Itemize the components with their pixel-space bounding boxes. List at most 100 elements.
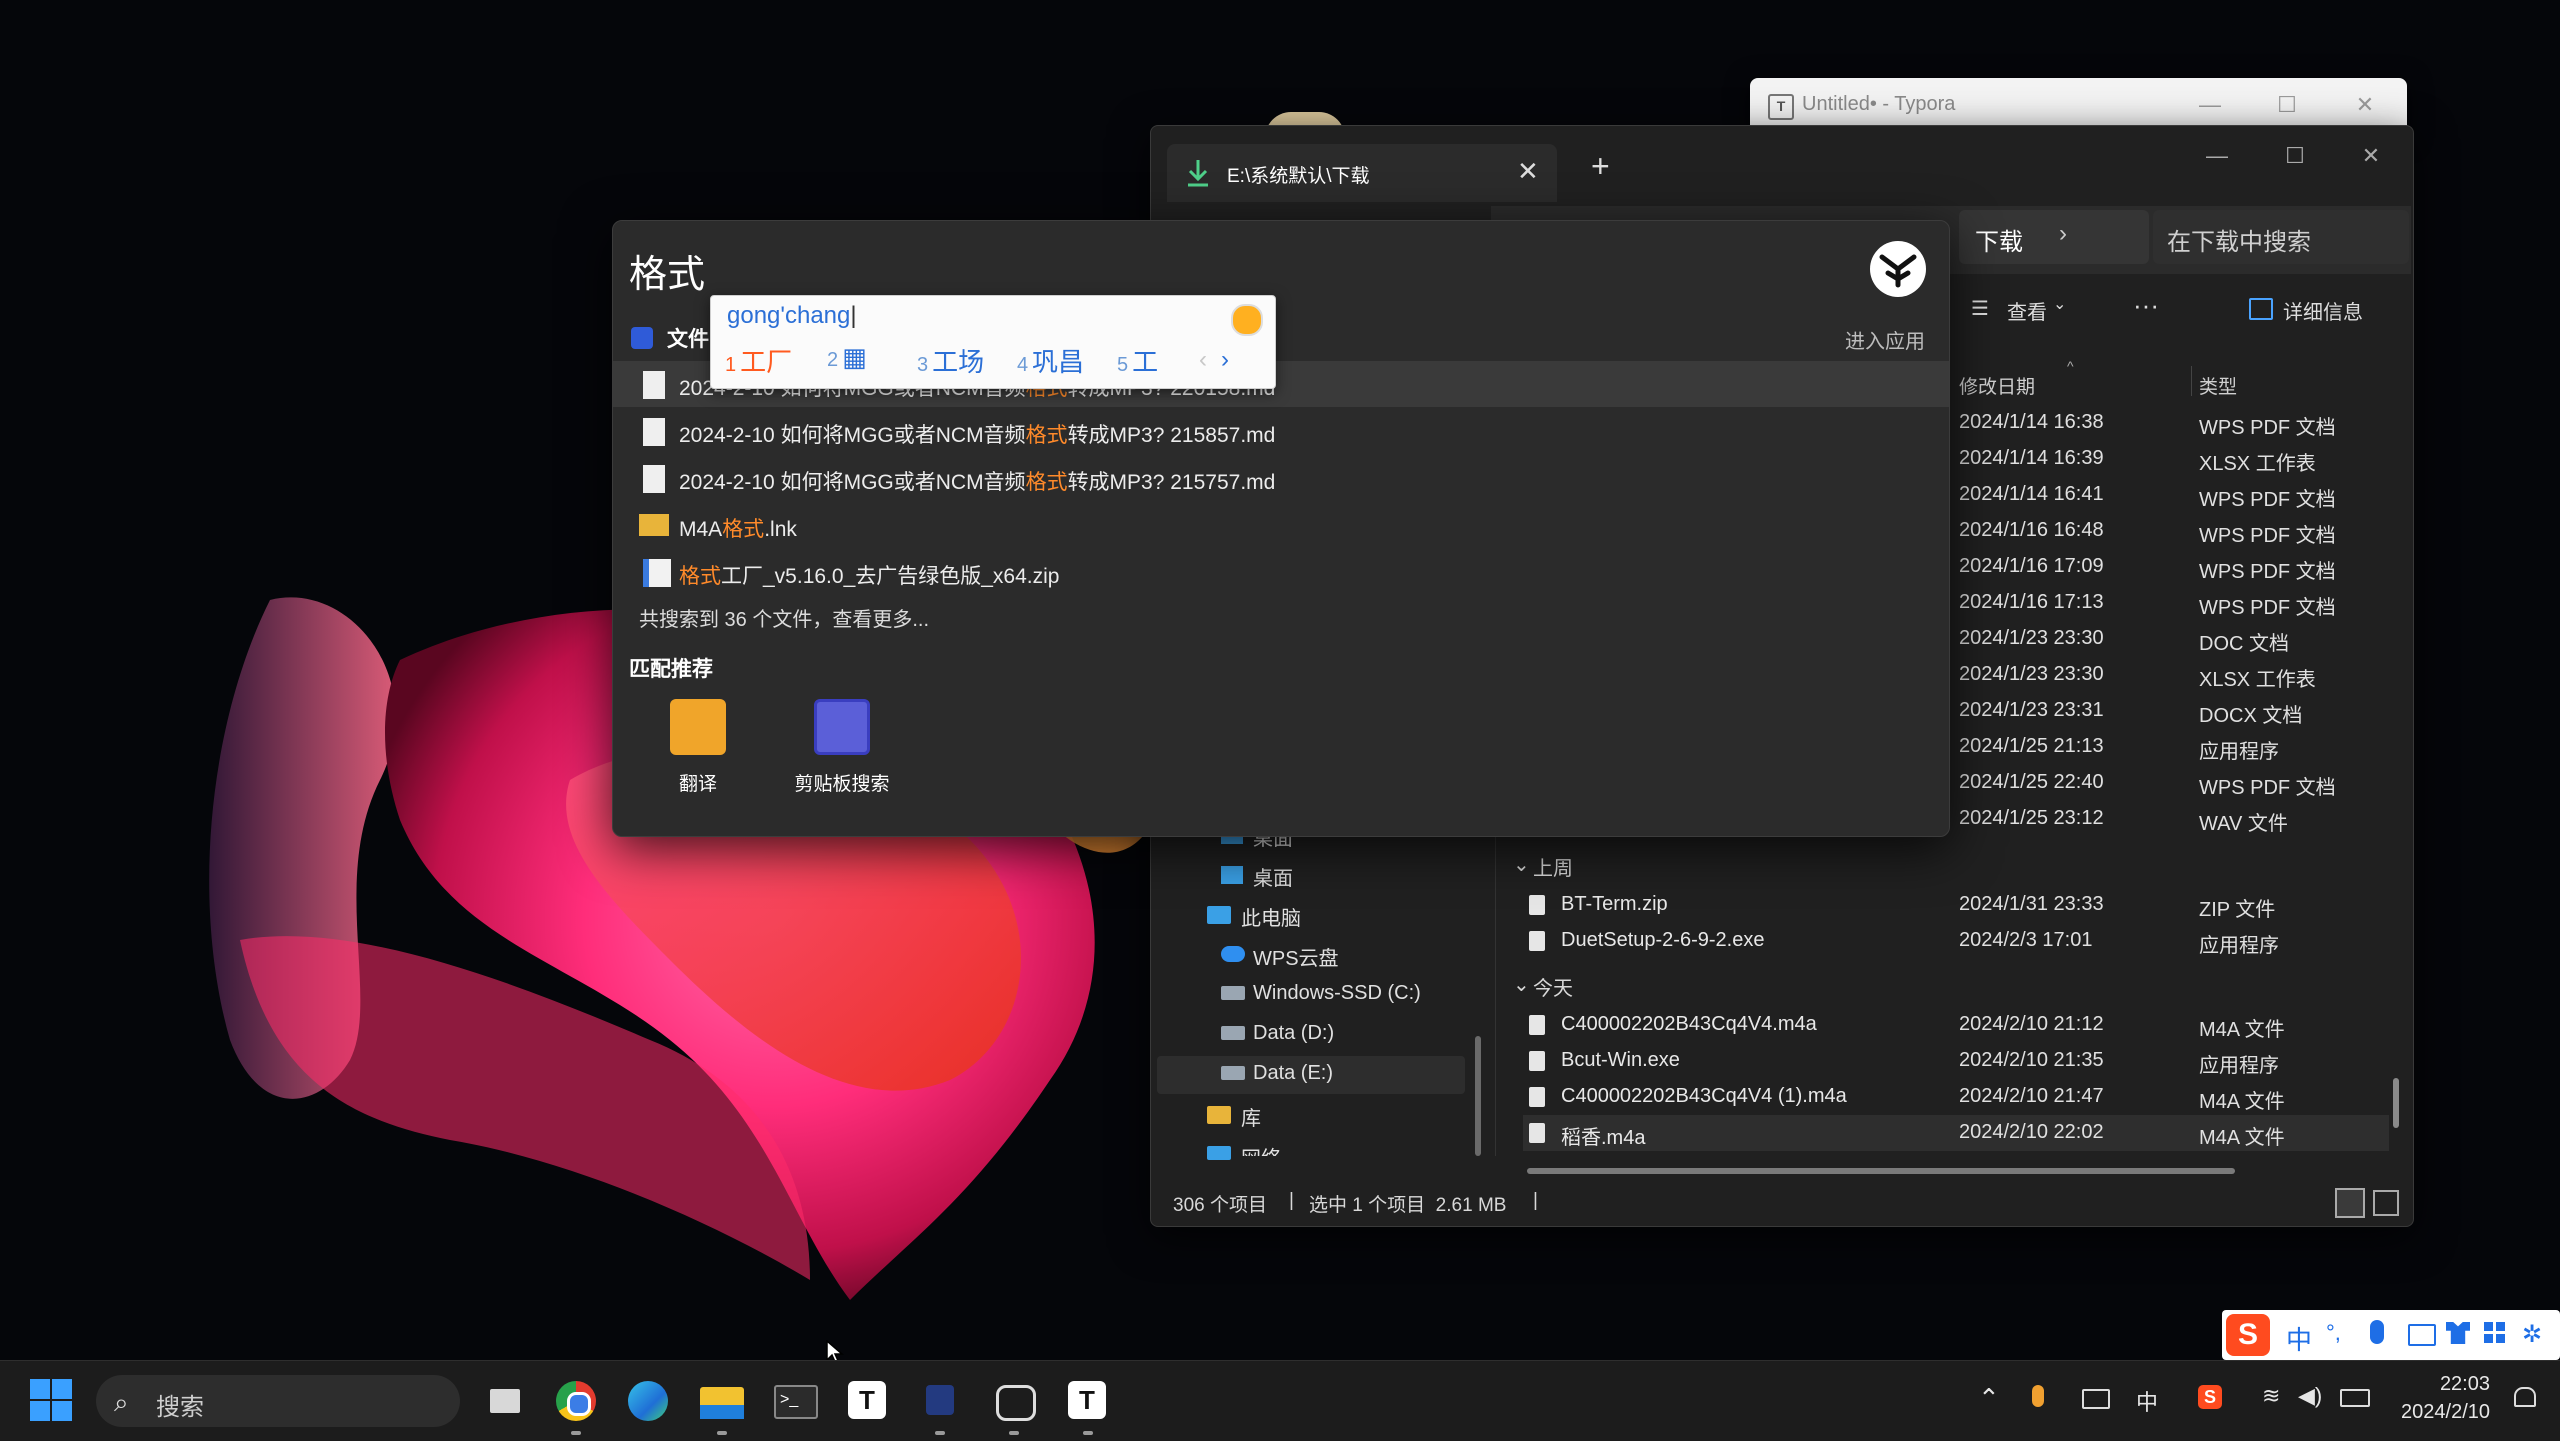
microphone-icon[interactable] [2032,1385,2044,1407]
file-type[interactable]: WPS PDF 文档 [2199,555,2336,584]
chevron-down-icon[interactable]: ⌄ [1513,852,1530,877]
nav-item-network[interactable]: 网络 [1241,1142,1281,1156]
ime-candidate[interactable]: 5工 [1117,342,1158,379]
settings-gear-icon[interactable]: ✲ [2522,1320,2542,1349]
file-modified-date[interactable]: 2024/1/23 23:30 [1959,663,2104,686]
breadcrumb[interactable]: 下载 › [1959,210,2149,264]
volume-icon[interactable]: ◀) [2298,1383,2322,1409]
group-header-today[interactable]: 今天 [1533,972,1573,1001]
app-utility-icon[interactable] [988,1375,1040,1427]
file-modified-date[interactable]: 2024/1/16 16:48 [1959,519,2104,542]
file-modified-date[interactable]: 2024/2/10 22:02 [1959,1121,2104,1144]
file-type[interactable]: WPS PDF 文档 [2199,771,2336,800]
file-name[interactable]: 稻香.m4a [1561,1121,1645,1150]
taskbar-search-box[interactable]: ⌕ 搜索 [96,1375,460,1427]
nav-item-drive-e[interactable]: Data (E:) [1253,1062,1333,1085]
file-modified-date[interactable]: 2024/1/25 22:40 [1959,771,2104,794]
ime-candidate[interactable]: 4 巩昌 [1017,342,1084,379]
thumbnail-view-icon[interactable] [2373,1190,2399,1216]
file-modified-date[interactable]: 2024/1/16 17:13 [1959,591,2104,614]
battery-icon[interactable] [2340,1389,2370,1407]
ime-mode-indicator[interactable]: 中 [2136,1385,2158,1417]
minimize-button[interactable]: — [2187,136,2247,176]
skin-shirt-icon[interactable] [2446,1322,2470,1344]
toolbox-grid-icon[interactable] [2484,1322,2506,1344]
ime-mode-toggle[interactable]: 中 [2286,1320,2312,1357]
file-modified-date[interactable]: 2024/1/31 23:33 [1959,893,2104,916]
file-type[interactable]: M4A 文件 [2199,1013,2285,1042]
ime-candidate[interactable]: 3 工场 [917,342,984,379]
maximize-button[interactable]: ☐ [2265,136,2325,176]
navigation-pane[interactable]: 桌面 桌面 此电脑 WPS云盘 Windows-SSD (C:) Data (D… [1151,826,1491,1226]
nav-item-desktop[interactable]: 桌面 [1253,862,1293,891]
file-modified-date[interactable]: 2024/1/16 17:09 [1959,555,2104,578]
file-modified-date[interactable]: 2024/2/10 21:35 [1959,1049,2104,1072]
notification-bell-icon[interactable] [2512,1385,2536,1409]
file-type[interactable]: WPS PDF 文档 [2199,519,2336,548]
nav-item-drive-c[interactable]: Windows-SSD (C:) [1253,982,1421,1005]
nav-item-wps-cloud[interactable]: WPS云盘 [1253,942,1339,971]
file-type[interactable]: WPS PDF 文档 [2199,483,2336,512]
file-name[interactable]: BT-Term.zip [1561,893,1668,916]
file-modified-date[interactable]: 2024/2/10 21:47 [1959,1085,2104,1108]
previous-page-icon[interactable]: ‹ [1199,346,1207,374]
file-type[interactable]: WAV 文件 [2199,807,2288,836]
launcher-logo-icon[interactable] [1868,239,1928,299]
file-name[interactable]: DuetSetup-2-6-9-2.exe [1561,929,1764,952]
file-type[interactable]: WPS PDF 文档 [2199,591,2336,620]
more-results-link[interactable]: 共搜索到 36 个文件，查看更多... [639,603,929,632]
nav-item-this-pc[interactable]: 此电脑 [1241,902,1301,931]
file-modified-date[interactable]: 2024/1/14 16:41 [1959,483,2104,506]
file-type[interactable]: M4A 文件 [2199,1085,2285,1114]
edge-icon[interactable] [622,1375,674,1427]
ime-candidate[interactable]: 2 ▦ [827,342,867,373]
file-type[interactable]: ZIP 文件 [2199,893,2275,922]
file-type[interactable]: 应用程序 [2199,929,2279,958]
file-list-scrollbar[interactable] [2393,1078,2399,1128]
keyboard-icon[interactable] [2408,1324,2436,1346]
keyboard-icon[interactable] [2082,1389,2110,1409]
file-modified-date[interactable]: 2024/2/10 21:12 [1959,1013,2104,1036]
terminal-icon[interactable]: >_ [768,1375,820,1427]
sogou-ime-toolbar[interactable]: S 中 °, ✲ [2222,1310,2560,1360]
nav-scrollbar[interactable] [1475,1036,1481,1156]
ime-candidate[interactable]: 1 工厂 [725,342,792,379]
ime-candidate-window[interactable]: gong'chang| ‹ › 1 工厂 2 ▦ 3 工场 4 巩昌 5 工 [710,295,1276,389]
file-modified-date[interactable]: 2024/1/25 21:13 [1959,735,2104,758]
search-result-item[interactable]: 2024-2-10 如何将MGG或者NCM音频格式转成MP3? 215757.m… [613,455,1949,501]
file-modified-date[interactable]: 2024/1/23 23:30 [1959,627,2104,650]
nav-item-library[interactable]: 库 [1241,1102,1261,1131]
enter-app-link[interactable]: 进入应用 [1845,325,1925,354]
start-button[interactable] [30,1379,72,1421]
close-tab-icon[interactable]: ✕ [1517,156,1539,187]
details-view-icon[interactable] [2335,1188,2365,1218]
next-page-icon[interactable]: › [1221,346,1229,374]
app-cat-icon[interactable] [914,1375,966,1427]
file-type[interactable]: 应用程序 [2199,1049,2279,1078]
file-name[interactable]: Bcut-Win.exe [1561,1049,1680,1072]
typora-icon[interactable]: T [842,1375,894,1427]
horizontal-scrollbar[interactable] [1527,1168,2235,1174]
maximize-button[interactable]: ☐ [2262,88,2312,122]
close-button[interactable]: ✕ [2340,88,2390,122]
file-type[interactable]: 应用程序 [2199,735,2279,764]
search-result-item[interactable]: M4A格式.lnk [613,502,1949,548]
file-modified-date[interactable]: 2024/1/14 16:39 [1959,447,2104,470]
sogou-mascot-icon[interactable] [1231,304,1263,336]
chrome-icon[interactable] [550,1375,602,1427]
microphone-icon[interactable] [2370,1320,2384,1344]
wifi-icon[interactable]: ≋ [2262,1383,2280,1409]
explorer-tab[interactable]: E:\系统默认\下载 ✕ [1167,144,1557,202]
more-options-button[interactable]: ··· [2133,290,2159,321]
app-translate[interactable]: 翻译 [643,699,753,796]
punctuation-icon[interactable]: °, [2326,1320,2341,1346]
file-type[interactable]: WPS PDF 文档 [2199,411,2336,440]
file-explorer-icon[interactable] [696,1375,748,1427]
minimize-button[interactable]: — [2185,88,2235,122]
file-type[interactable]: DOCX 文档 [2199,699,2302,728]
new-tab-button[interactable]: + [1591,148,1610,185]
group-header-last-week[interactable]: 上周 [1533,852,1573,881]
search-query[interactable]: 格式 [629,243,705,298]
chevron-down-icon[interactable]: ⌄ [1513,972,1530,997]
search-input[interactable]: 在下载中搜索 [2153,210,2409,264]
